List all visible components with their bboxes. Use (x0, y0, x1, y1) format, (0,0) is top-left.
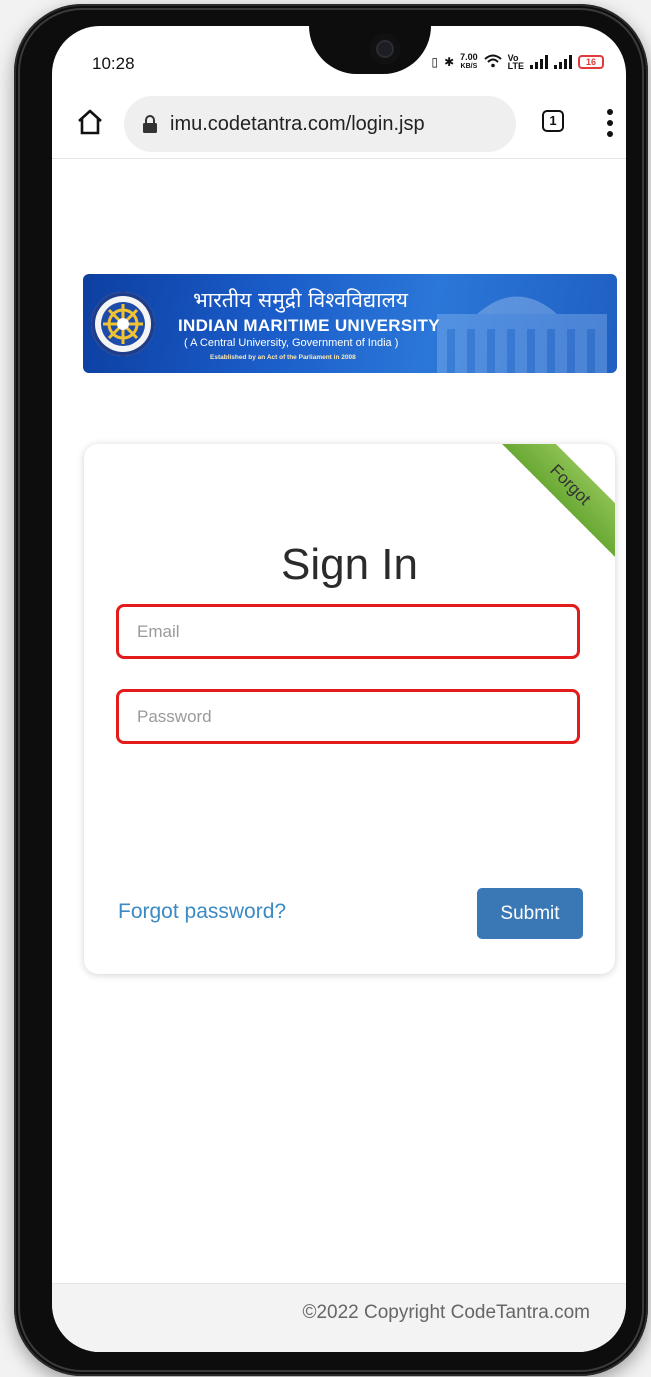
bluetooth-icon: ✱ (444, 55, 455, 69)
banner-english-title: INDIAN MARITIME UNIVERSITY (178, 316, 440, 335)
university-seal-logo (91, 292, 155, 356)
net-speed: 7.00 KB/S (460, 53, 478, 71)
vibrate-icon: ▯ (431, 55, 439, 69)
battery-icon: 16 (578, 55, 604, 69)
signal-icon (530, 55, 548, 69)
url-text: imu.codetantra.com/login.jsp (170, 112, 425, 135)
status-time: 10:28 (92, 54, 135, 73)
copyright-text: ©2022 Copyright CodeTantra.com (302, 1302, 590, 1323)
email-field[interactable] (116, 604, 580, 659)
wifi-icon (483, 54, 502, 71)
front-camera (370, 34, 400, 64)
more-options-icon[interactable] (600, 106, 620, 140)
status-icons: ▯ ✱ 7.00 KB/S Vo LTE 16 (431, 53, 604, 71)
footer: ©2022 Copyright CodeTantra.com (52, 1283, 626, 1352)
net-speed-value: 7.00 (460, 52, 478, 62)
signal-2-icon (554, 55, 572, 69)
forgot-password-link[interactable]: Forgot password? (118, 900, 286, 924)
address-bar[interactable]: imu.codetantra.com/login.jsp (124, 96, 516, 152)
net-speed-unit: KB/S (460, 63, 478, 70)
home-icon[interactable] (76, 108, 104, 136)
banner-subtitle: ( A Central University, Government of In… (184, 337, 399, 349)
lock-icon (143, 115, 157, 133)
browser-toolbar: imu.codetantra.com/login.jsp 1 (52, 90, 626, 159)
tab-switcher-button[interactable]: 1 (542, 110, 564, 132)
submit-button[interactable]: Submit (477, 888, 583, 939)
building-illustration (437, 296, 607, 373)
university-banner: भारतीय समुद्री विश्वविद्यालय INDIAN MARI… (83, 274, 617, 373)
banner-hindi-title: भारतीय समुद्री विश्वविद्यालय (193, 288, 408, 312)
password-field[interactable] (116, 689, 580, 744)
login-card: Forgot Sign In Forgot password? Submit (84, 444, 615, 974)
page-title: Sign In (281, 540, 418, 589)
phone-frame: 10:28 ▯ ✱ 7.00 KB/S Vo LTE 16 imu.codeta… (14, 4, 648, 1376)
ship-wheel-icon (101, 302, 145, 346)
volte-icon: Vo LTE (507, 53, 524, 71)
phone-screen: 10:28 ▯ ✱ 7.00 KB/S Vo LTE 16 imu.codeta… (52, 26, 626, 1352)
banner-established: Established by an Act of the Parliament … (210, 354, 356, 361)
